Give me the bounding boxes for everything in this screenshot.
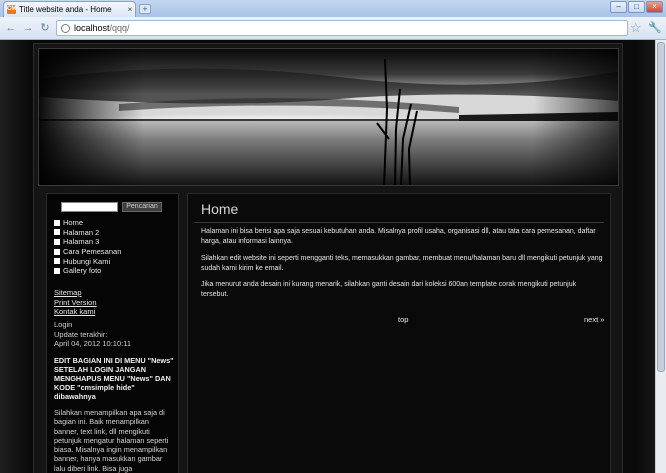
next-page-link[interactable]: next »: [584, 315, 604, 324]
sidebar-item-cara-pemesanan[interactable]: Cara Pemesanan: [54, 247, 121, 257]
header-banner-image: [38, 48, 619, 186]
page-scrollbar[interactable]: [655, 40, 666, 473]
bullet-square-icon: [54, 248, 60, 255]
update-date: April 04, 2012 10:10:11: [54, 339, 132, 349]
edit-note: EDIT BAGIAN INI DI MENU "News" SETELAH L…: [54, 356, 174, 401]
wrench-menu-icon[interactable]: 🔧: [648, 21, 662, 35]
maximize-button[interactable]: □: [628, 1, 645, 13]
sidebar-item-gallery-foto[interactable]: Gallery foto: [54, 266, 121, 276]
tab-close-icon[interactable]: ×: [125, 5, 135, 14]
bullet-square-icon: [54, 258, 60, 265]
url-path: /qqq/: [109, 23, 130, 33]
window-controls: – □ ×: [610, 1, 663, 13]
address-bar[interactable]: localhost/qqq/: [56, 20, 628, 36]
page-globe-icon: [61, 24, 70, 33]
utility-links: Sitemap Print Version Kontak kami: [54, 288, 97, 317]
tab-title: Title website anda - Home: [19, 5, 112, 14]
sidebar-description: Silahkan menampilkan apa saja di bagian …: [54, 408, 169, 473]
bullet-square-icon: [54, 267, 60, 274]
sidebar-item-label: Gallery foto: [63, 266, 102, 276]
bullet-square-icon: [54, 229, 60, 236]
login-block: Login Update terakhir: April 04, 2012 10…: [54, 320, 131, 349]
search-form: Pencarian: [61, 202, 162, 212]
back-button[interactable]: ←: [4, 21, 18, 35]
sidebar-item-label: Cara Pemesanan: [63, 247, 122, 257]
new-tab-button[interactable]: +: [139, 4, 151, 14]
url-host: localhost: [74, 23, 110, 33]
sidebar-item-label: Hubungi Kami: [63, 256, 111, 266]
update-label: Update terakhir:: [54, 329, 108, 339]
favicon-icon: CM: [7, 5, 17, 14]
bullet-square-icon: [54, 238, 60, 245]
browser-toolbar: ← → ↻ localhost/qqq/ ☆ 🔧: [0, 17, 666, 40]
search-button[interactable]: Pencarian: [122, 202, 162, 212]
forward-button[interactable]: →: [21, 21, 35, 35]
browser-tab-active[interactable]: CM Title website anda - Home ×: [3, 1, 136, 17]
close-window-button[interactable]: ×: [646, 1, 663, 13]
content-paragraph: Jika menurut anda desain ini kurang mena…: [201, 281, 577, 298]
sidebar-item-label: Halaman 3: [63, 237, 100, 247]
page-viewport: Pencarian Home Halaman 2 Halaman 3 Cara …: [0, 40, 666, 473]
search-input[interactable]: [61, 202, 118, 212]
site-container: Pencarian Home Halaman 2 Halaman 3 Cara …: [33, 43, 623, 473]
sidebar-item-halaman-2[interactable]: Halaman 2: [54, 228, 121, 238]
login-link[interactable]: Login: [54, 320, 131, 330]
title-divider: [194, 222, 604, 223]
content-paragraph: Halaman ini bisa berisi apa saja sesuai …: [201, 228, 596, 245]
main-content: Home Halaman ini bisa berisi apa saja se…: [187, 193, 611, 473]
sidebar-item-label: Home: [63, 218, 84, 228]
sidebar: Pencarian Home Halaman 2 Halaman 3 Cara …: [46, 193, 179, 473]
address-text: localhost/qqq/: [74, 23, 130, 33]
content-paragraph: Silahkan edit website ini seperti mengga…: [201, 255, 603, 272]
sidebar-item-halaman-3[interactable]: Halaman 3: [54, 237, 121, 247]
sidebar-item-hubungi-kami[interactable]: Hubungi Kami: [54, 256, 121, 266]
sidebar-item-label: Halaman 2: [63, 227, 100, 237]
sidebar-menu: Home Halaman 2 Halaman 3 Cara Pemesanan …: [54, 218, 121, 276]
print-version-link[interactable]: Print Version: [54, 298, 97, 308]
browser-titlebar: CM Title website anda - Home × + – □ ×: [0, 0, 666, 17]
top-link[interactable]: top: [398, 315, 408, 324]
bookmark-star-icon[interactable]: ☆: [630, 20, 642, 35]
reload-button[interactable]: ↻: [38, 21, 52, 35]
lake-landscape-image: [39, 49, 618, 185]
bullet-square-icon: [54, 219, 60, 226]
sitemap-link[interactable]: Sitemap: [54, 288, 97, 298]
sidebar-item-home[interactable]: Home: [54, 218, 121, 228]
minimize-button[interactable]: –: [610, 1, 627, 13]
page-title: Home: [201, 201, 239, 217]
contact-link[interactable]: Kontak kami: [54, 307, 97, 317]
scrollbar-thumb[interactable]: [657, 42, 665, 372]
